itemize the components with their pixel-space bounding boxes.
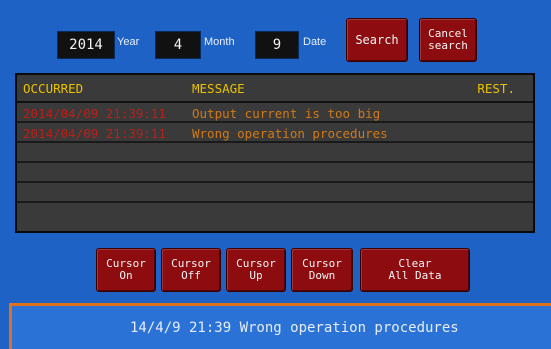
header-occurred: OCCURRED xyxy=(23,81,84,96)
year-field[interactable]: 2014 xyxy=(57,31,115,59)
table-row[interactable] xyxy=(17,203,533,223)
table-row[interactable] xyxy=(17,183,533,203)
alarm-log-table: OCCURRED MESSAGE REST. 2014/04/09 21:39:… xyxy=(15,73,535,233)
date-field[interactable]: 9 xyxy=(255,31,299,59)
clear-all-data-button[interactable]: Clear All Data xyxy=(360,248,470,292)
month-label: Month xyxy=(204,36,235,48)
table-row[interactable]: 2014/04/09 21:39:11 Wrong operation proc… xyxy=(17,123,533,143)
cursor-off-button[interactable]: Cursor Off xyxy=(161,248,221,292)
row-occurred: 2014/04/09 21:39:11 xyxy=(23,126,166,141)
month-field[interactable]: 4 xyxy=(155,31,201,59)
search-button[interactable]: Search xyxy=(346,18,408,62)
year-label: Year xyxy=(117,36,140,48)
header-message: MESSAGE xyxy=(192,81,245,96)
status-message: 14/4/9 21:39 Wrong operation procedures xyxy=(130,320,459,336)
cancel-search-button[interactable]: Cancel search xyxy=(419,18,477,62)
row-message: Wrong operation procedures xyxy=(192,126,388,141)
cursor-on-button[interactable]: Cursor On xyxy=(96,248,156,292)
cursor-up-button[interactable]: Cursor Up xyxy=(226,248,286,292)
row-occurred: 2014/04/09 21:39:11 xyxy=(23,106,166,121)
table-row[interactable]: 2014/04/09 21:39:11 Output current is to… xyxy=(17,103,533,123)
status-bar: 14/4/9 21:39 Wrong operation procedures xyxy=(9,303,551,349)
table-row[interactable] xyxy=(17,163,533,183)
alarm-history-screen: 2014 Year 4 Month 9 Date Search Cancel s… xyxy=(0,0,551,349)
log-header-row: OCCURRED MESSAGE REST. xyxy=(17,75,533,103)
header-rest: REST. xyxy=(477,81,515,96)
date-label: Date xyxy=(303,36,327,48)
cursor-down-button[interactable]: Cursor Down xyxy=(291,248,353,292)
table-row[interactable] xyxy=(17,143,533,163)
row-message: Output current is too big xyxy=(192,106,381,121)
